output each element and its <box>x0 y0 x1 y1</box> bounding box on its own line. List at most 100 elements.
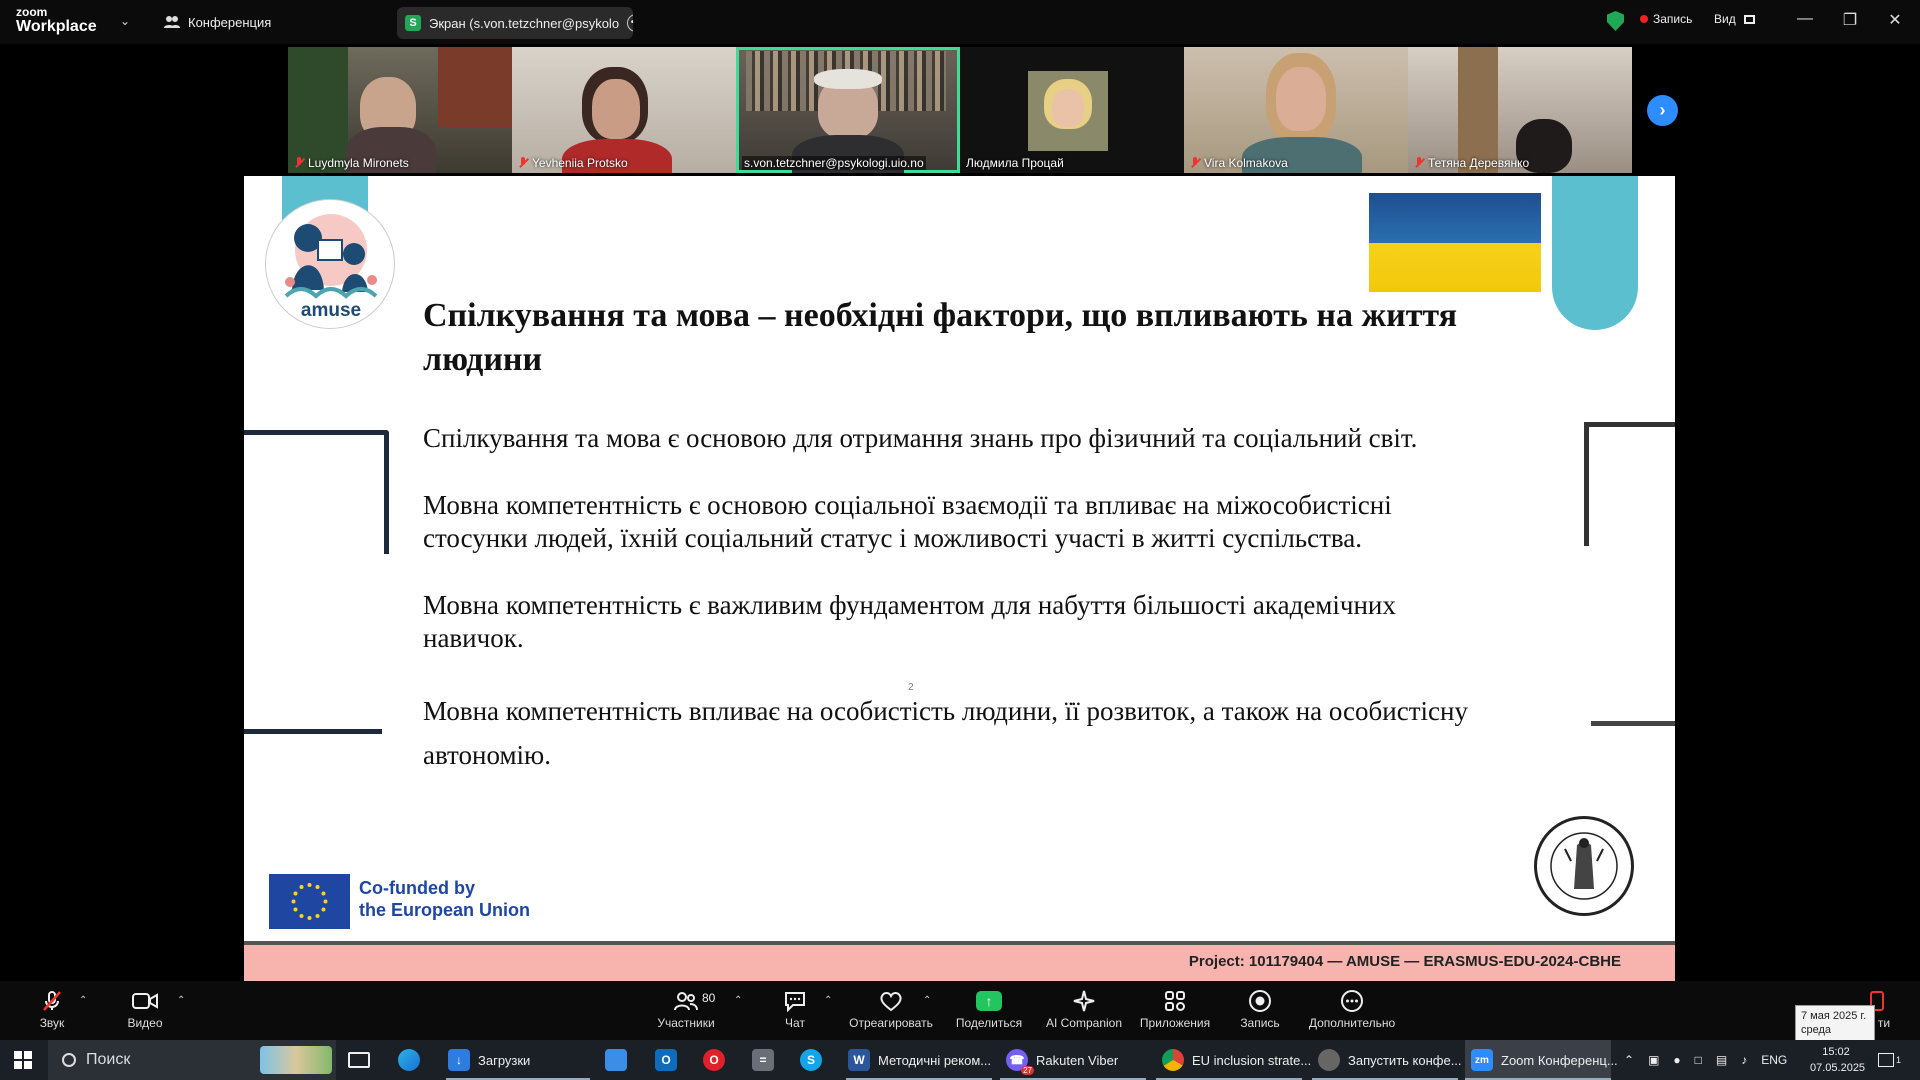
taskbar-clock[interactable]: 15:02 07.05.2025 <box>1810 1044 1865 1076</box>
language-indicator[interactable]: ENG <box>1761 1053 1787 1067</box>
microphone-icon[interactable]: ● <box>1673 1053 1680 1067</box>
screen-share-indicator[interactable]: S Экран (s.von.tetzchner@psykolo ••• <box>397 7 633 39</box>
unread-badge: 27 <box>1021 1066 1034 1075</box>
screen: zoom Workplace ⌄ Конференция S Экран (s.… <box>0 0 1920 1080</box>
share-screen-button[interactable]: ↑ Поделиться <box>952 981 1026 1040</box>
participant-tile-active-speaker[interactable]: s.von.tetzchner@psykologi.uio.no <box>736 47 960 173</box>
recording-dot-icon <box>1640 15 1648 23</box>
chat-options-caret-icon[interactable]: ⌃ <box>824 995 832 1006</box>
tray-app-icon[interactable]: ▣ <box>1648 1053 1659 1067</box>
calculator-logo: = <box>752 1049 774 1071</box>
ukraine-flag <box>1369 193 1541 292</box>
taskbar-app-chrome-2[interactable]: Запустить конфе... <box>1312 1040 1462 1080</box>
notification-center-icon[interactable]: 1 <box>1878 1040 1901 1080</box>
participant-tile[interactable]: Тетяна Деревянко <box>1408 47 1632 173</box>
participant-tile[interactable]: Людмила Процай <box>960 47 1184 173</box>
shared-presentation-slide: amuse Спілкування та мова – необхідні фа… <box>244 176 1675 981</box>
outlook-icon[interactable]: O <box>655 1040 677 1080</box>
participant-tile[interactable]: Luydmyla Mironets <box>288 47 512 173</box>
calculator-icon[interactable]: = <box>752 1040 774 1080</box>
flag-yellow-stripe <box>1369 242 1541 292</box>
taskbar-app-label: EU inclusion strate... <box>1192 1052 1312 1068</box>
audio-button[interactable]: Звук <box>34 981 70 1040</box>
network-icon[interactable]: ▤ <box>1716 1053 1727 1067</box>
line-decoration <box>1591 721 1675 726</box>
participant-gallery: Luydmyla Mironets Yevheniia Protsko s.vo… <box>288 47 1633 173</box>
video-options-caret-icon[interactable]: ⌃ <box>177 995 185 1006</box>
zoom-workplace-logo[interactable]: zoom Workplace <box>16 6 97 35</box>
taskbar-app-word[interactable]: W Методичні реком... <box>846 1040 992 1080</box>
record-button[interactable]: Запись <box>1234 981 1286 1040</box>
search-label: Поиск <box>86 1051 131 1068</box>
react-label: Отреагировать <box>849 1016 933 1030</box>
taskbar-app-zoom[interactable]: zm Zoom Конференц... <box>1465 1040 1618 1080</box>
clock-time: 15:02 <box>1822 1046 1850 1058</box>
participants-button[interactable]: Участники <box>653 981 719 1040</box>
more-options-icon[interactable]: ••• <box>627 14 633 32</box>
more-button[interactable]: Дополнительно <box>1305 981 1399 1040</box>
slide-page-number: 2 <box>908 682 914 693</box>
edge-logo <box>398 1049 420 1071</box>
chrome-profile-icon <box>1318 1049 1340 1071</box>
search-highlight-image <box>260 1046 332 1074</box>
slide-paragraph: Мовна компетентність впливає на особисті… <box>423 696 1468 770</box>
chat-button[interactable]: Чат <box>778 981 812 1040</box>
viber-icon: ☎ 27 <box>1006 1049 1034 1075</box>
more-icon <box>1339 990 1365 1012</box>
ai-companion-button[interactable]: AI Companion <box>1044 981 1124 1040</box>
store-icon[interactable] <box>605 1040 627 1080</box>
university-of-oslo-seal <box>1534 816 1634 916</box>
camera-icon[interactable]: □ <box>1695 1053 1702 1067</box>
teal-tab-decoration <box>1552 176 1638 330</box>
avatar <box>1028 71 1108 151</box>
restore-icon[interactable]: ❐ <box>1840 10 1860 30</box>
logo-text: amuse <box>300 300 362 321</box>
heart-icon <box>878 990 904 1012</box>
slide-title: Спілкування та мова – необхідні фактори,… <box>423 297 1458 378</box>
react-button[interactable]: Отреагировать <box>846 981 936 1040</box>
task-view-icon[interactable] <box>348 1040 370 1080</box>
taskbar-app-chrome-1[interactable]: EU inclusion strate... <box>1156 1040 1311 1080</box>
skype-icon[interactable]: S <box>800 1040 822 1080</box>
share-icon-wrap: ↑ <box>976 990 1002 1012</box>
audio-options-caret-icon[interactable]: ⌃ <box>79 995 87 1006</box>
security-shield-icon[interactable] <box>1607 11 1624 31</box>
eu-cofunded-text: Co-funded by the European Union <box>359 877 530 921</box>
chrome-icon <box>1162 1049 1184 1071</box>
minimize-icon[interactable]: — <box>1795 10 1815 28</box>
logo-line2: Workplace <box>16 18 97 35</box>
corner-bracket-decoration <box>244 430 389 554</box>
opera-icon[interactable]: O <box>703 1040 725 1080</box>
tray-overflow-icon[interactable]: ⌃ <box>1624 1053 1634 1067</box>
video-button[interactable]: Видео <box>126 981 164 1040</box>
outlook-logo: O <box>655 1049 677 1071</box>
apps-button[interactable]: Приложения <box>1138 981 1212 1040</box>
view-button[interactable]: Вид <box>1714 12 1755 26</box>
participants-options-caret-icon[interactable]: ⌃ <box>734 995 742 1006</box>
chevron-down-icon[interactable]: ⌄ <box>120 14 130 28</box>
taskbar-app-viber[interactable]: ☎ 27 Rakuten Viber <box>1000 1040 1146 1080</box>
slide-body: Спілкування та мова є основою для отрима… <box>423 422 1483 811</box>
taskbar-app-downloads[interactable]: ↓ Загрузки <box>446 1040 590 1080</box>
curtain-background <box>1458 47 1498 173</box>
sparkle-icon <box>1071 990 1097 1012</box>
edge-icon[interactable] <box>398 1040 420 1080</box>
participant-tile[interactable]: Yevheniia Protsko <box>512 47 736 173</box>
flag-blue-stripe <box>1369 193 1541 243</box>
meeting-info-button[interactable]: Конференция <box>164 10 271 34</box>
participant-tile[interactable]: Vira Kolmakova <box>1184 47 1408 173</box>
corner-bracket-decoration <box>1584 422 1675 546</box>
participant-name: Vira Kolmakova <box>1190 156 1288 170</box>
participant-face <box>1276 67 1326 131</box>
recording-indicator[interactable]: Запись <box>1640 12 1692 26</box>
volume-icon[interactable]: ♪ <box>1741 1053 1747 1067</box>
taskbar-search-box[interactable]: Поиск <box>48 1040 336 1080</box>
recording-label: Запись <box>1653 12 1693 26</box>
react-options-caret-icon[interactable]: ⌃ <box>923 995 931 1006</box>
participants-label: Участники <box>657 1016 715 1030</box>
gallery-next-page-button[interactable]: › <box>1647 95 1678 126</box>
close-icon[interactable]: ✕ <box>1885 10 1905 30</box>
windows-start-icon[interactable] <box>14 1051 32 1069</box>
store-logo <box>605 1049 627 1071</box>
tooltip-weekday: среда <box>1801 1024 1832 1036</box>
